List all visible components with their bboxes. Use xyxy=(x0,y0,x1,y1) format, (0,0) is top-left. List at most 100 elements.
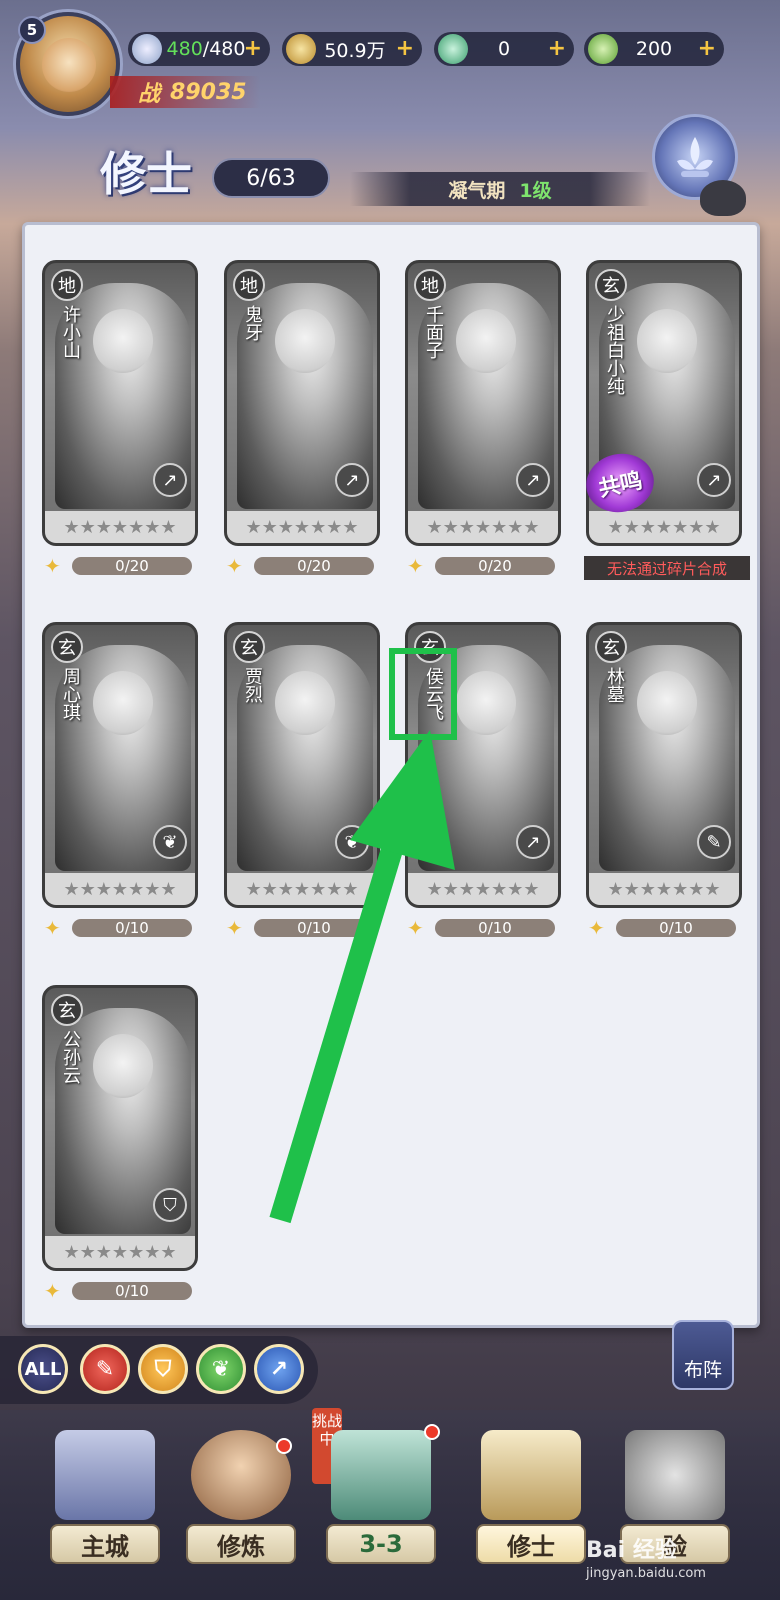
cultivator-card[interactable]: 地千面子 ↗ ★★★★★★★ xyxy=(405,260,561,546)
avatar-face xyxy=(42,38,96,92)
cultivator-name: 林墓 xyxy=(604,667,625,703)
nav-cultivators[interactable]: 修士 xyxy=(466,1420,596,1590)
jade-resource[interactable]: 0 + xyxy=(434,32,574,66)
fragment-star-icon: ✦ xyxy=(407,554,424,578)
watermark-text: Bai 经验 xyxy=(586,1538,677,1563)
page-title: 修士 xyxy=(100,147,192,201)
power-value: 89035 xyxy=(170,79,247,105)
cultivator-name: 千面子 xyxy=(423,305,444,359)
fragment-progress: ✦ 0/20 xyxy=(44,554,192,578)
fragment-progress: ✦ 0/20 xyxy=(226,554,374,578)
nav-cultivate[interactable]: 修炼 xyxy=(176,1420,306,1590)
fragment-count: 0/20 xyxy=(254,557,374,575)
nav-cultivate-label: 修炼 xyxy=(186,1524,296,1564)
grade-badge: 玄 xyxy=(595,631,627,663)
star-rating: ★★★★★★★ xyxy=(45,1236,195,1268)
stamina-max: /480 xyxy=(202,38,246,60)
filter-support-button[interactable]: ❦ xyxy=(196,1344,246,1394)
cultivator-name: 周心琪 xyxy=(60,667,81,721)
nav-stage[interactable]: 3-3 xyxy=(316,1420,446,1590)
deploy-label: 布阵 xyxy=(683,1359,722,1381)
nav-main-city-label: 主城 xyxy=(50,1524,160,1564)
cannot-synthesize-note: 无法通过碎片合成 xyxy=(584,556,750,580)
cultivator-card[interactable]: 玄林墓 ✎ ★★★★★★★ xyxy=(586,622,742,908)
palace-icon xyxy=(55,1430,155,1520)
cultivator-face xyxy=(637,671,697,735)
jade-add-button[interactable]: + xyxy=(548,36,566,62)
cultivator-face xyxy=(637,309,697,373)
fragment-count: 0/10 xyxy=(72,919,192,937)
cultivator-name: 少祖白小纯 xyxy=(604,305,625,395)
cultivator-face xyxy=(456,671,516,735)
nav-stage-label: 3-3 xyxy=(326,1524,436,1564)
leaf-icon xyxy=(588,34,618,64)
realm-name: 凝气期 xyxy=(448,179,506,202)
grade-badge: 玄 xyxy=(595,269,627,301)
fragment-count: 0/10 xyxy=(616,919,736,937)
bird-decoration xyxy=(700,180,746,216)
scroll-icon xyxy=(481,1430,581,1520)
fragment-count: 0/10 xyxy=(72,1282,192,1300)
leaf-value: 200 xyxy=(635,38,673,60)
cauldron-icon xyxy=(625,1430,725,1520)
collected-count: 6/63 xyxy=(212,158,330,198)
fragment-star-icon: ✦ xyxy=(44,1279,61,1303)
nav-main-city[interactable]: 主城 xyxy=(40,1420,170,1590)
pointer-arrow-icon xyxy=(269,730,455,1224)
cultivator-name: 许小山 xyxy=(60,305,81,359)
cultivator-face xyxy=(93,309,153,373)
stage-alert-dot xyxy=(424,1424,440,1440)
cultivator-name: 鬼牙 xyxy=(242,305,263,341)
fragment-progress: ✦ 0/10 xyxy=(44,1279,192,1303)
coin-resource[interactable]: 50.9万 + xyxy=(282,32,422,66)
fragment-star-icon: ✦ xyxy=(226,916,243,940)
coin-add-button[interactable]: + xyxy=(396,36,414,62)
class-type-icon: ✎ xyxy=(697,825,731,859)
cultivator-face xyxy=(456,309,516,373)
fragment-star-icon: ✦ xyxy=(44,554,61,578)
cultivator-card[interactable]: 地鬼牙 ↗ ★★★★★★★ xyxy=(224,260,380,546)
leaf-add-button[interactable]: + xyxy=(698,36,716,62)
cultivator-face xyxy=(93,671,153,735)
power-label: 战 xyxy=(138,82,161,107)
cultivator-card[interactable]: 地许小山 ↗ ★★★★★★★ xyxy=(42,260,198,546)
realm-bar: 凝气期 1级 xyxy=(350,172,650,206)
grade-badge: 地 xyxy=(51,269,83,301)
coin-icon xyxy=(286,34,316,64)
fragment-progress: ✦ 0/20 xyxy=(407,554,555,578)
cultivator-card[interactable]: 玄公孙云 ⛉ ★★★★★★★ xyxy=(42,985,198,1271)
cultivator-name: 公孙云 xyxy=(60,1030,81,1084)
filter-agility-button[interactable]: ↗ xyxy=(254,1344,304,1394)
stamina-add-button[interactable]: + xyxy=(244,36,262,62)
filter-all-button[interactable]: ALL xyxy=(18,1344,68,1394)
class-type-icon: ⛉ xyxy=(153,1188,187,1222)
stamina-resource[interactable]: 480/480 + xyxy=(128,32,270,66)
fragment-star-icon: ✦ xyxy=(226,554,243,578)
class-type-icon: ↗ xyxy=(153,463,187,497)
mountain-icon xyxy=(331,1430,431,1520)
leaf-resource[interactable]: 200 + xyxy=(584,32,724,66)
grade-badge: 玄 xyxy=(233,631,265,663)
combat-power: 战 89035 xyxy=(110,76,260,108)
fragment-count: 0/20 xyxy=(72,557,192,575)
star-rating: ★★★★★★★ xyxy=(589,511,739,543)
jade-value: 0 xyxy=(497,38,511,60)
deploy-button[interactable]: 布阵 xyxy=(672,1320,734,1390)
nav-experience[interactable]: 验 xyxy=(610,1420,740,1590)
star-rating: ★★★★★★★ xyxy=(227,511,377,543)
cultivator-name: 贾烈 xyxy=(242,667,263,703)
grade-badge: 地 xyxy=(414,269,446,301)
cultivator-face xyxy=(275,309,335,373)
class-type-icon: ↗ xyxy=(335,463,369,497)
filter-attack-button[interactable]: ✎ xyxy=(80,1344,130,1394)
star-rating: ★★★★★★★ xyxy=(45,511,195,543)
fragment-progress: ✦ 0/10 xyxy=(44,916,192,940)
fragment-star-icon: ✦ xyxy=(44,916,61,940)
watermark-url: jingyan.baidu.com xyxy=(586,1566,706,1581)
cultivator-card[interactable]: 玄周心琪 ❦ ★★★★★★★ xyxy=(42,622,198,908)
fragment-star-icon: ✦ xyxy=(588,916,605,940)
filter-defense-button[interactable]: ⛉ xyxy=(138,1344,188,1394)
class-type-icon: ↗ xyxy=(516,463,550,497)
jade-icon xyxy=(438,34,468,64)
stamina-current: 480 xyxy=(166,38,203,60)
